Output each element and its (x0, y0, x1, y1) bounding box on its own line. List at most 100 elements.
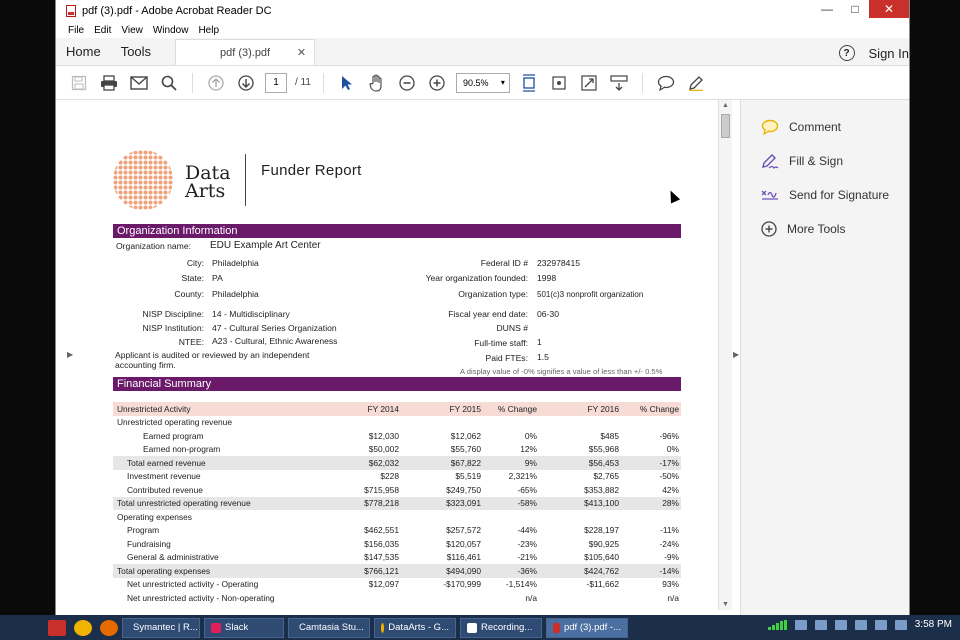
tab-home[interactable]: Home (56, 44, 111, 65)
taskbar-item-symantec[interactable]: Symantec | R... (122, 617, 200, 638)
duns-label: DUNS # (496, 323, 528, 333)
city-value: Philadelphia (212, 258, 259, 268)
close-button[interactable]: ✕ (869, 0, 909, 18)
chrome-icon (381, 622, 385, 633)
close-tab-icon[interactable]: ✕ (297, 46, 306, 59)
network-icon[interactable] (794, 619, 807, 630)
save-icon[interactable] (68, 72, 90, 94)
row-cell: $12,062 (450, 430, 481, 441)
window-title: pdf (3).pdf - Adobe Acrobat Reader DC (82, 5, 272, 17)
side-item-label: Comment (789, 120, 842, 134)
row-cell (313, 591, 401, 605)
table-row: Operating expenses (113, 510, 681, 524)
menu-window[interactable]: Window (153, 25, 189, 36)
zoom-select[interactable]: 90.5% (455, 72, 510, 93)
taskbar-item-label: pdf (3).pdf -... (563, 622, 621, 633)
taskbar-item-label: Recording... (481, 622, 533, 633)
next-page-icon[interactable] (235, 72, 257, 94)
table-row: Program $462,551 $257,572 -44% $228,197 -11% (113, 524, 681, 538)
taskbar-item-camtasia[interactable]: Camtasia Stu... (288, 617, 370, 638)
hand-tool-icon[interactable] (366, 72, 388, 94)
row-label: Total unrestricted operating revenue (113, 496, 313, 510)
row-cell: $228 (380, 471, 399, 482)
row-label: Earned non-program (143, 444, 221, 455)
row-label: Total operating expenses (113, 564, 313, 578)
logo-divider (245, 154, 246, 206)
clock[interactable]: 3:58 PM (915, 619, 952, 630)
menu-file[interactable]: File (68, 25, 84, 36)
menu-help[interactable]: Help (198, 25, 219, 36)
comment-tool-icon[interactable] (655, 72, 677, 94)
row-label: Net unrestricted activity - Non-operatin… (127, 592, 275, 603)
speaker-icon[interactable] (874, 619, 887, 630)
help-icon[interactable]: ? (838, 45, 855, 61)
taskbar-item-dataarts[interactable]: DataArts - G... (374, 617, 456, 638)
acrobat-taskbar-icon[interactable] (48, 619, 66, 636)
zoom-in-icon[interactable] (426, 72, 448, 94)
table-header-row: Unrestricted Activity FY 2014 FY 2015 % … (113, 402, 681, 416)
taskbar-item-recording[interactable]: Recording... (460, 617, 542, 638)
document-viewport[interactable]: Data Arts Funder Report Organization Inf… (56, 100, 728, 615)
tab-tools[interactable]: Tools (111, 44, 161, 65)
minimize-button[interactable]: — (813, 0, 841, 18)
tab-document[interactable]: pdf (3).pdf ✕ (175, 39, 316, 65)
row-cell: -1,514% (505, 579, 537, 590)
scroll-down-arrow[interactable]: ▼ (722, 601, 729, 608)
row-cell: $257,572 (446, 525, 481, 536)
side-item-send-signature[interactable]: Send for Signature (741, 178, 909, 212)
menu-view[interactable]: View (121, 25, 143, 36)
scroll-up-arrow[interactable]: ▲ (722, 102, 729, 109)
menu-edit[interactable]: Edit (94, 25, 111, 36)
keyboard-icon[interactable] (894, 619, 907, 630)
email-icon[interactable] (128, 72, 150, 94)
maximize-button[interactable]: □ (841, 0, 869, 18)
fiscal-year-value: 06-30 (537, 309, 559, 319)
chrome-taskbar-icon[interactable] (74, 619, 92, 636)
row-cell: $2,765 (593, 471, 619, 482)
previous-page-icon[interactable] (205, 72, 227, 94)
side-item-comment[interactable]: Comment (741, 110, 909, 144)
row-cell (539, 416, 621, 430)
screen: pdf (3).pdf - Adobe Acrobat Reader DC — … (0, 0, 960, 640)
right-panel-toggle-icon[interactable]: ▶ (733, 350, 739, 359)
rotate-view-icon[interactable] (548, 72, 570, 94)
tab-document-label: pdf (3).pdf (219, 46, 271, 59)
left-panel-toggle-icon[interactable]: ▶ (67, 350, 73, 359)
monitor-icon[interactable] (854, 619, 867, 630)
taskbar-item-slack[interactable]: Slack (204, 617, 284, 638)
row-cell (539, 591, 621, 605)
scroll-mode-icon[interactable] (608, 72, 630, 94)
row-label: Unrestricted operating revenue (117, 417, 232, 428)
paid-ftes-value: 1.5 (537, 352, 549, 362)
table-row: Total operating expenses $766,121 $494,090… (113, 564, 681, 578)
row-cell: $5,519 (455, 471, 481, 482)
zoom-out-icon[interactable] (396, 72, 418, 94)
nisp-institution-label: NISP Institution: (142, 323, 204, 333)
page-number-input[interactable]: 1 (265, 72, 287, 93)
vertical-scrollbar[interactable]: ▲ ▼ (718, 100, 732, 610)
table-row: Contributed revenue $715,958 $249,750 -65% $… (113, 483, 681, 497)
fit-page-icon[interactable] (518, 72, 540, 94)
firefox-taskbar-icon[interactable] (100, 619, 118, 636)
row-cell: 12% (520, 444, 537, 455)
scroll-thumb[interactable] (721, 114, 730, 138)
volume-icon[interactable] (814, 619, 827, 630)
flag-icon[interactable] (834, 619, 847, 630)
taskbar-item-pdf[interactable]: pdf (3).pdf -... (546, 617, 628, 638)
row-cell: $116,461 (446, 552, 481, 563)
table-row: Unrestricted operating revenue (113, 416, 681, 430)
org-name-value: EDU Example Art Center (210, 240, 321, 251)
row-cell: n/a (667, 592, 679, 603)
select-cursor-icon[interactable] (336, 72, 358, 94)
slack-icon (211, 622, 221, 633)
row-cell: $105,640 (584, 552, 619, 563)
row-cell: -11% (660, 525, 679, 536)
search-icon[interactable] (158, 72, 180, 94)
print-icon[interactable] (98, 72, 120, 94)
side-item-more-tools[interactable]: More Tools (741, 212, 909, 246)
side-item-fill-sign[interactable]: Fill & Sign (741, 144, 909, 178)
row-cell: $494,090 (401, 564, 483, 578)
full-screen-icon[interactable] (578, 72, 600, 94)
pen-tool-icon[interactable] (685, 72, 707, 94)
sign-in-link[interactable]: Sign In (869, 46, 909, 61)
